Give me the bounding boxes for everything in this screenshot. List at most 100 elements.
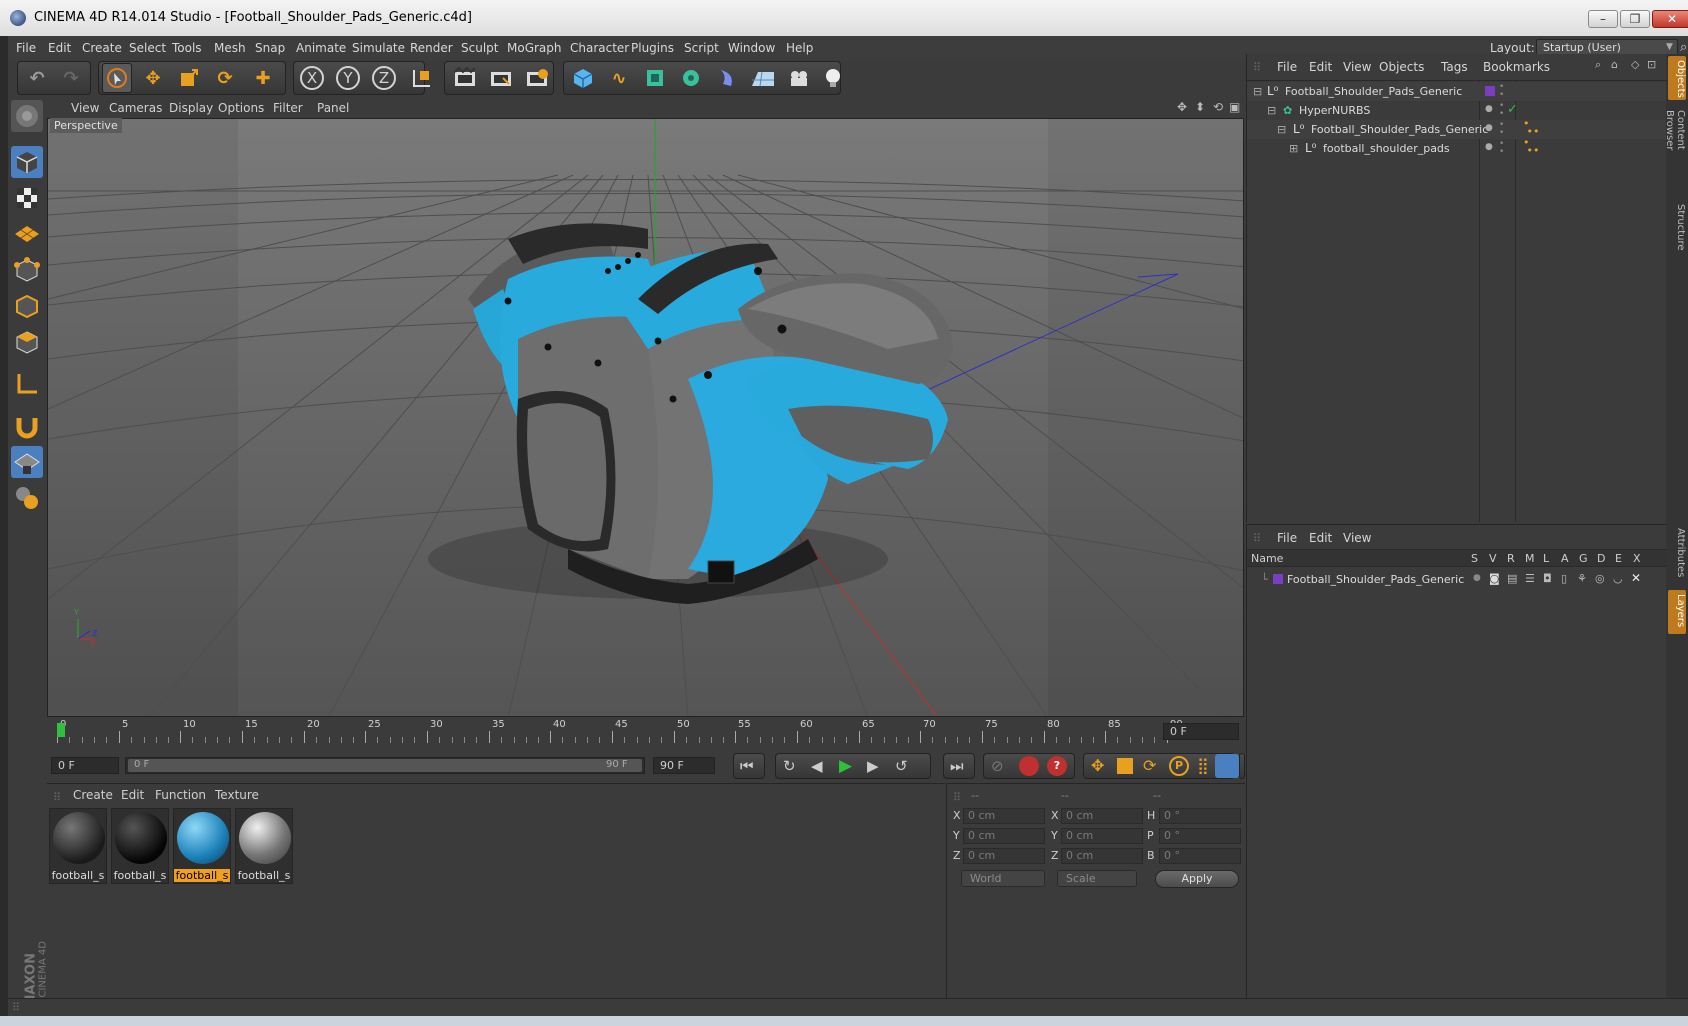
coordinate-mode-dropdown[interactable]: World	[961, 870, 1045, 887]
expand-icon[interactable]: ⊟	[1253, 85, 1262, 98]
object-menu-tags[interactable]: Tags	[1441, 60, 1468, 74]
layer-expressions-toggle[interactable]: ◡	[1613, 572, 1623, 585]
material-tag-icon[interactable]: • ••	[1523, 118, 1539, 137]
previous-key-icon[interactable]: ↻	[783, 757, 796, 775]
rotation-p-field[interactable]: 0 °	[1159, 828, 1241, 844]
close-button[interactable]: ✕	[1652, 10, 1688, 28]
viewport-menu-view[interactable]: View	[71, 101, 99, 115]
layer-xref-toggle[interactable]: ✕	[1631, 571, 1641, 585]
key-scale-icon[interactable]	[1117, 758, 1133, 774]
make-editable-icon[interactable]	[11, 100, 43, 132]
menu-plugins[interactable]: Plugins	[631, 41, 674, 55]
object-row[interactable]: ⊞ L⁰ football_shoulder_pads ● • • • ••	[1247, 137, 1667, 158]
menu-file[interactable]: File	[16, 41, 36, 55]
column-expressions[interactable]: E	[1615, 552, 1622, 565]
texture-mode-icon[interactable]	[11, 182, 43, 214]
menu-select[interactable]: Select	[129, 41, 166, 55]
material-menu-texture[interactable]: Texture	[215, 788, 259, 802]
search-icon[interactable]: ⌕	[1680, 40, 1687, 55]
live-selection-icon[interactable]	[102, 63, 132, 93]
viewport-pan-icon[interactable]: ✥	[1177, 100, 1187, 114]
viewport-menu-panel[interactable]: Panel	[317, 101, 349, 115]
minimize-button[interactable]: –	[1588, 10, 1618, 28]
object-menu-bookmarks[interactable]: Bookmarks	[1483, 60, 1550, 74]
points-mode-icon[interactable]	[11, 254, 43, 286]
layer-color-tag[interactable]	[1485, 86, 1495, 96]
material-swatch[interactable]: football_s	[235, 808, 293, 884]
next-key-icon[interactable]: ↺	[895, 757, 908, 775]
menu-mesh[interactable]: Mesh	[214, 41, 246, 55]
enabled-check-icon[interactable]: ✓	[1507, 102, 1518, 117]
material-tag-icon[interactable]: • ••	[1523, 137, 1539, 156]
material-swatch[interactable]: football_s	[111, 808, 169, 884]
apply-button[interactable]: Apply	[1155, 870, 1239, 888]
layer-menu-view[interactable]: View	[1343, 531, 1371, 545]
3d-viewport[interactable]: Y Z X	[47, 118, 1244, 717]
menu-tools[interactable]: Tools	[172, 41, 202, 55]
sculpt-mode-icon[interactable]	[11, 482, 43, 514]
menu-script[interactable]: Script	[684, 41, 719, 55]
move-icon[interactable]: ✥	[138, 63, 168, 93]
column-animation[interactable]: A	[1561, 552, 1569, 565]
previous-frame-icon[interactable]: ◀	[811, 757, 823, 775]
layer-render-toggle[interactable]: ▤	[1507, 572, 1517, 585]
object-menu-edit[interactable]: Edit	[1309, 60, 1332, 74]
transform-icon[interactable]: ✚	[248, 63, 278, 93]
column-render[interactable]: R	[1507, 552, 1515, 565]
edges-mode-icon[interactable]	[11, 290, 43, 322]
position-x-field[interactable]: 0 cm	[963, 808, 1045, 824]
tab-attributes[interactable]: Attributes	[1668, 524, 1686, 584]
current-frame-marker[interactable]	[57, 723, 65, 737]
viewport-rotate-icon[interactable]: ⟲	[1213, 100, 1223, 114]
object-menu-view[interactable]: View	[1343, 60, 1371, 74]
viewport-menu-options[interactable]: Options	[218, 101, 264, 115]
expand-icon[interactable]: ⊟	[1267, 104, 1276, 117]
visibility-dots-icon[interactable]: • •	[1499, 140, 1504, 157]
viewport-menu-filter[interactable]: Filter	[273, 101, 303, 115]
layer-menu-edit[interactable]: Edit	[1309, 531, 1332, 545]
menu-simulate[interactable]: Simulate	[352, 41, 405, 55]
visibility-dots-icon[interactable]: • •	[1499, 102, 1504, 119]
object-row[interactable]: ⊟ ✿ HyperNURBS ● • • ✓	[1247, 101, 1667, 120]
menu-window[interactable]: Window	[728, 41, 775, 55]
rotate-icon[interactable]: ⟳	[210, 63, 240, 93]
layer-row[interactable]: └ Football_Shoulder_Pads_Generic ● ◙ ▤ ☰…	[1247, 570, 1667, 589]
column-locked[interactable]: L	[1543, 552, 1549, 565]
viewport-maximize-icon[interactable]: ▣	[1229, 100, 1240, 114]
key-position-icon[interactable]: ✥	[1091, 756, 1104, 775]
go-to-end-icon[interactable]: ⏭	[950, 757, 964, 775]
start-frame-field[interactable]: 0 F	[51, 757, 119, 774]
menu-help[interactable]: Help	[786, 41, 813, 55]
column-generators[interactable]: G	[1579, 552, 1588, 565]
shoulder-pads-model[interactable]	[428, 223, 953, 604]
size-y-field[interactable]: 0 cm	[1061, 828, 1143, 844]
render-view-icon[interactable]	[450, 63, 480, 93]
layer-deformers-toggle[interactable]: ◎	[1595, 572, 1605, 585]
visibility-dots-icon[interactable]: • •	[1499, 83, 1504, 100]
render-picture-viewer-icon[interactable]	[486, 63, 516, 93]
key-pla-icon[interactable]: ⣿	[1197, 756, 1209, 775]
material-swatch[interactable]: football_s	[49, 808, 107, 884]
viewport-dolly-icon[interactable]: ⬍	[1195, 100, 1205, 114]
current-frame-field[interactable]: 0 F	[1163, 723, 1239, 740]
menu-render[interactable]: Render	[410, 41, 453, 55]
navigate-back-icon[interactable]: ◇	[1631, 58, 1639, 71]
maximize-button[interactable]: ❐	[1620, 10, 1650, 28]
size-z-field[interactable]: 0 cm	[1061, 848, 1143, 864]
key-parameter-icon[interactable]: P	[1169, 756, 1189, 776]
menu-create[interactable]: Create	[82, 41, 122, 55]
render-settings-icon[interactable]	[522, 63, 552, 93]
go-to-start-icon[interactable]: ⏮	[740, 757, 754, 775]
floor-icon[interactable]	[748, 63, 778, 93]
axis-mode-icon[interactable]	[11, 368, 43, 400]
viewport-menu-display[interactable]: Display	[169, 101, 213, 115]
layer-color-swatch[interactable]	[1273, 574, 1283, 584]
autokey-icon[interactable]: ?	[1047, 756, 1067, 776]
menu-animate[interactable]: Animate	[296, 41, 346, 55]
menu-edit[interactable]: Edit	[48, 41, 71, 55]
array-icon[interactable]	[676, 63, 706, 93]
nurbs-icon[interactable]	[640, 63, 670, 93]
menu-mograph[interactable]: MoGraph	[507, 41, 562, 55]
rotation-b-field[interactable]: 0 °	[1159, 848, 1241, 864]
play-icon[interactable]: ▶	[839, 756, 852, 776]
